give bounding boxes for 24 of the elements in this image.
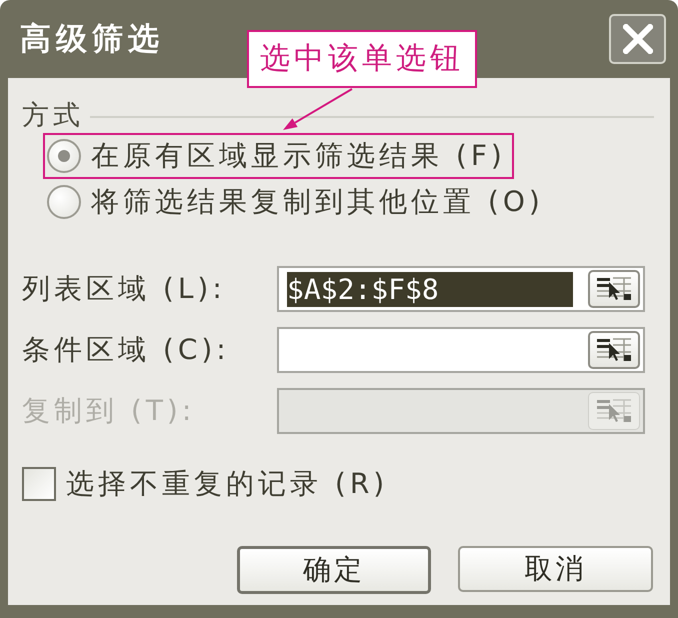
field-label: 列表区域 (L): bbox=[22, 275, 227, 303]
grid-arrow-icon bbox=[596, 337, 632, 363]
range-picker-button[interactable] bbox=[588, 331, 640, 369]
callout-text: 选中该单选钮 bbox=[260, 44, 464, 74]
checkbox-label[interactable]: 选择不重复的记录 (R) bbox=[66, 470, 388, 498]
input-field[interactable] bbox=[277, 327, 645, 373]
field-value: $A$2:$F$8 bbox=[287, 272, 573, 306]
field-label: 复制到 (T): bbox=[22, 397, 196, 425]
close-icon bbox=[622, 24, 652, 54]
window-title: 高级筛选 bbox=[20, 24, 164, 54]
radio-button[interactable] bbox=[47, 139, 81, 173]
range-picker-button[interactable] bbox=[588, 270, 640, 308]
group-label: 方式 bbox=[22, 102, 84, 128]
radio-label[interactable]: 在原有区域显示筛选结果 (F) bbox=[91, 142, 506, 170]
grid-arrow-icon bbox=[596, 276, 632, 302]
radio-label[interactable]: 将筛选结果复制到其他位置 (O) bbox=[91, 188, 544, 216]
checkbox[interactable] bbox=[22, 467, 56, 501]
ok-button[interactable]: 确定 bbox=[237, 546, 431, 594]
cancel-button[interactable]: 取消 bbox=[458, 546, 653, 592]
close-button[interactable] bbox=[609, 14, 666, 64]
input-field[interactable]: $A$2:$F$8 bbox=[277, 266, 645, 312]
grid-arrow-icon bbox=[596, 398, 632, 424]
field-label: 条件区域 (C): bbox=[22, 336, 231, 364]
radio-button[interactable] bbox=[47, 185, 81, 219]
